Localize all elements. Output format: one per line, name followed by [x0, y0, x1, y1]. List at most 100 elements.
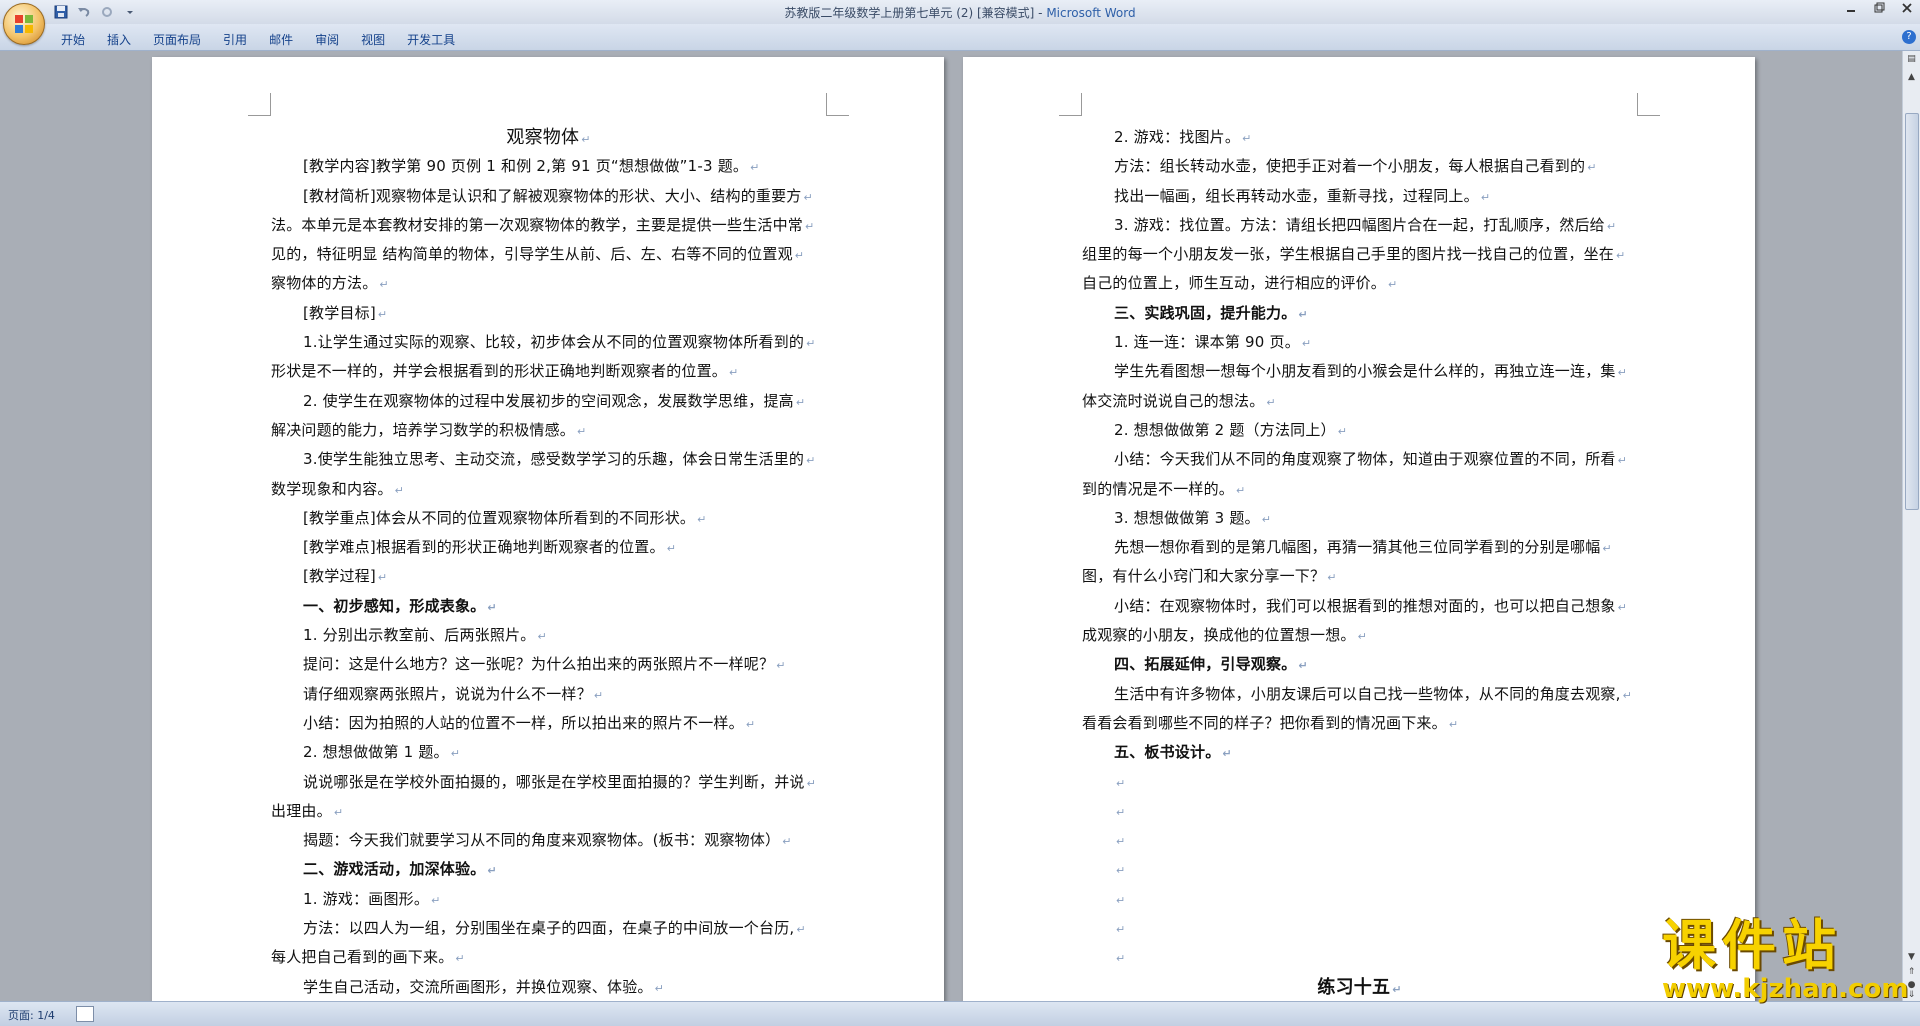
text-line[interactable]: 1. 连一连：课本第 90 页。 ↵ [1082, 328, 1637, 357]
paragraph-mark-icon: ↵ [1448, 717, 1459, 731]
text-line[interactable]: 观察物体 ↵ [271, 123, 826, 152]
text-line[interactable]: 方法：以四人为一组，分别围坐在桌子的四面，在桌子的中间放一个台历, ↵ [271, 914, 826, 943]
crop-mark-top-left [248, 93, 271, 116]
text-line[interactable]: 小结：今天我们从不同的角度观察了物体，知道由于观察位置的不同，所看 ↵ [1082, 445, 1637, 474]
text-line[interactable]: 提问：这是什么地方？这一张呢？为什么拍出来的两张照片不一样呢？ ↵ [271, 650, 826, 679]
text-line[interactable]: [教学目标] ↵ [271, 299, 826, 328]
text-line[interactable]: 一、初步感知，形成表象。 ↵ [271, 592, 826, 621]
text-line[interactable]: 图，有什么小窍门和大家分享一下？ ↵ [1082, 562, 1637, 591]
text-line[interactable]: 体交流时说说自己的想法。 ↵ [1082, 387, 1637, 416]
text-line[interactable]: ↵ [1082, 826, 1637, 855]
text-line[interactable]: 解决问题的能力，培养学习数学的积极情感。 ↵ [271, 416, 826, 445]
paragraph-mark-icon: ↵ [1266, 395, 1276, 409]
tab-developer[interactable]: 开发工具 [396, 29, 466, 50]
text-line[interactable]: 察物体的方法。 ↵ [271, 269, 826, 298]
text-line[interactable]: 先想一想你看到的是第几幅图，再猜一猜其他三位同学看到的分别是哪幅 ↵ [1082, 533, 1637, 562]
line-text: 1. 分别出示教室前、后两张照片。 [303, 626, 536, 645]
document-area[interactable]: 观察物体 ↵ [教学内容]教学第 90 页例 1 和例 2,第 91 页“想想做做”… [0, 51, 1903, 1001]
text-line[interactable]: ↵ [1082, 914, 1637, 943]
page-number-status[interactable]: 页面: 1/4 [8, 1007, 55, 1023]
text-line[interactable]: 2. 想想做做第 2 题（方法同上） ↵ [1082, 416, 1637, 445]
paragraph-mark-icon: ↵ [1616, 249, 1626, 263]
text-line[interactable]: [教学难点]根据看到的形状正确地判断观察者的位置。 ↵ [271, 533, 826, 562]
scroll-up-icon[interactable]: ▲ [1905, 71, 1918, 84]
left-page-body[interactable]: 观察物体 ↵ [教学内容]教学第 90 页例 1 和例 2,第 91 页“想想做做”… [271, 123, 826, 1001]
text-line[interactable]: 生活中有许多物体，小朋友课后可以自己找一些物体，从不同的角度去观察, ↵ [1082, 680, 1637, 709]
text-line[interactable]: 2. 想想做做第 1 题。 ↵ [271, 738, 826, 767]
office-button[interactable] [3, 3, 45, 45]
text-line[interactable]: 出理由。 ↵ [271, 797, 826, 826]
text-line[interactable]: 组里的每一个小朋友发一张，学生根据自己手里的图片找一找自己的位置，坐在 ↵ [1082, 240, 1637, 269]
text-line[interactable]: ↵ [1082, 943, 1637, 972]
close-icon[interactable] [1900, 2, 1914, 16]
text-line[interactable]: 四、拓展延伸，引导观察。 ↵ [1082, 650, 1637, 679]
tab-view[interactable]: 视图 [350, 29, 396, 50]
tab-insert[interactable]: 插入 [96, 29, 142, 50]
text-line[interactable]: 小结：在观察物体时，我们可以根据看到的推想对面的，也可以把自己想象 ↵ [1082, 592, 1637, 621]
scroll-down-icon[interactable]: ▼ [1905, 951, 1918, 964]
restore-icon[interactable] [1872, 2, 1886, 16]
text-line[interactable]: 看看会看到哪些不同的样子？把你看到的情况画下来。 ↵ [1082, 709, 1637, 738]
tab-page-layout[interactable]: 页面布局 [142, 29, 212, 50]
text-line[interactable]: 方法：组长转动水壶，使把手正对着一个小朋友，每人根据自己看到的 ↵ [1082, 152, 1637, 181]
text-line[interactable]: 二、游戏活动，加深体验。 ↵ [271, 855, 826, 884]
text-line[interactable]: 3. 想想做做第 3 题。 ↵ [1082, 504, 1637, 533]
text-line[interactable]: 1.让学生通过实际的观察、比较，初步体会从不同的位置观察物体所看到的 ↵ [271, 328, 826, 357]
tab-mailings[interactable]: 邮件 [258, 29, 304, 50]
tab-review[interactable]: 审阅 [304, 29, 350, 50]
minimize-icon[interactable] [1844, 2, 1858, 16]
paragraph-mark-icon: ↵ [1587, 161, 1597, 175]
text-line[interactable]: [教学内容]教学第 90 页例 1 和例 2,第 91 页“想想做做”1-3 题… [271, 152, 826, 181]
text-line[interactable]: 2. 游戏：找图片。 ↵ [1082, 123, 1637, 152]
text-line[interactable]: 法。本单元是本套教材安排的第一次观察物体的教学，主要是提供一些生活中常 ↵ [271, 211, 826, 240]
text-line[interactable]: 3.使学生能独立思考、主动交流，感受数学学习的乐趣，体会日常生活里的 ↵ [271, 445, 826, 474]
paragraph-mark-icon: ↵ [1116, 805, 1126, 819]
line-text: 自己的位置上，师生互动，进行相应的评价。 [1082, 274, 1387, 293]
proofing-status-icon[interactable] [76, 1006, 94, 1022]
text-line[interactable]: ↵ [1082, 855, 1637, 884]
text-line[interactable]: 请仔细观察两张照片，说说为什么不一样？ ↵ [271, 680, 826, 709]
line-text: 方法：组长转动水壶，使把手正对着一个小朋友，每人根据自己看到的 [1114, 157, 1586, 176]
text-line[interactable]: 1. 分别出示教室前、后两张照片。 ↵ [271, 621, 826, 650]
text-line[interactable]: 自己的位置上，师生互动，进行相应的评价。 ↵ [1082, 269, 1637, 298]
text-line[interactable]: [教学重点]体会从不同的位置观察物体所看到的不同形状。 ↵ [271, 504, 826, 533]
paragraph-mark-icon: ↵ [794, 249, 805, 263]
text-line[interactable]: 找出一幅画，组长再转动水壶，重新寻找，过程同上。 ↵ [1082, 182, 1637, 211]
text-line[interactable]: 形状是不一样的，并学会根据看到的形状正确地判断观察者的位置。 ↵ [271, 357, 826, 386]
help-icon[interactable]: ? [1902, 30, 1916, 44]
text-line[interactable]: 小结：因为拍照的人站的位置不一样，所以拍出来的照片不一样。 ↵ [271, 709, 826, 738]
line-text: 看看会看到哪些不同的样子？把你看到的情况画下来。 [1082, 713, 1447, 732]
text-line[interactable]: 学生自己活动，交流所画图形，并换位观察、体验。 ↵ [271, 973, 826, 1001]
scrollbar-thumb[interactable] [1905, 113, 1919, 510]
text-line[interactable]: 练习十五 ↵ [1082, 973, 1637, 1001]
text-line[interactable]: ↵ [1082, 768, 1637, 797]
text-line[interactable]: 1. 游戏：画图形。 ↵ [271, 885, 826, 914]
ruler-toggle-icon[interactable]: ▤ [1905, 53, 1918, 66]
text-line[interactable]: 三、实践巩固，提升能力。 ↵ [1082, 299, 1637, 328]
paragraph-mark-icon: ↵ [379, 278, 389, 292]
page-left[interactable]: 观察物体 ↵ [教学内容]教学第 90 页例 1 和例 2,第 91 页“想想做做”… [152, 57, 944, 1001]
text-line[interactable]: 3. 游戏：找位置。方法：请组长把四幅图片合在一起，打乱顺序，然后给 ↵ [1082, 211, 1637, 240]
paragraph-mark-icon: ↵ [666, 542, 677, 556]
text-line[interactable]: 说说哪张是在学校外面拍摄的，哪张是在学校里面拍摄的？学生判断，并说 ↵ [271, 768, 826, 797]
crop-mark-top-right [1637, 93, 1660, 116]
text-line[interactable]: ↵ [1082, 797, 1637, 826]
right-page-body[interactable]: 2. 游戏：找图片。 ↵ 方法：组长转动水壶，使把手正对着一个小朋友，每人根据自己看… [1082, 123, 1637, 1001]
text-line[interactable]: [教学过程] ↵ [271, 562, 826, 591]
text-line[interactable]: [教材简析]观察物体是认识和了解被观察物体的形状、大小、结构的重要方 ↵ [271, 182, 826, 211]
text-line[interactable]: 数学现象和内容。 ↵ [271, 475, 826, 504]
page-right[interactable]: 2. 游戏：找图片。 ↵ 方法：组长转动水壶，使把手正对着一个小朋友，每人根据自己看… [963, 57, 1755, 1001]
text-line[interactable]: 2. 使学生在观察物体的过程中发展初步的空间观念，发展数学思维，提高 ↵ [271, 387, 826, 416]
tab-home[interactable]: 开始 [50, 29, 96, 50]
text-line[interactable]: 学生先看图想一想每个小朋友看到的小猴会是什么样的，再独立连一连，集 ↵ [1082, 357, 1637, 386]
text-line[interactable]: 成观察的小朋友，换成他的位置想一想。 ↵ [1082, 621, 1637, 650]
line-text: 数学现象和内容。 [271, 479, 393, 498]
text-line[interactable]: 五、板书设计。 ↵ [1082, 738, 1637, 767]
text-line[interactable]: 见的，特征明显 结构简单的物体，引导学生从前、后、左、右等不同的位置观 ↵ [271, 240, 826, 269]
text-line[interactable]: 到的情况是不一样的。 ↵ [1082, 475, 1637, 504]
text-line[interactable]: 每人把自己看到的画下来。 ↵ [271, 943, 826, 972]
text-line[interactable]: 揭题：今天我们就要学习从不同的角度来观察物体。(板书：观察物体） ↵ [271, 826, 826, 855]
text-line[interactable]: ↵ [1082, 885, 1637, 914]
vertical-scrollbar[interactable]: ▤ ▲ ▼ ⇑ ● ⇓ [1902, 51, 1920, 1001]
tab-references[interactable]: 引用 [212, 29, 258, 50]
